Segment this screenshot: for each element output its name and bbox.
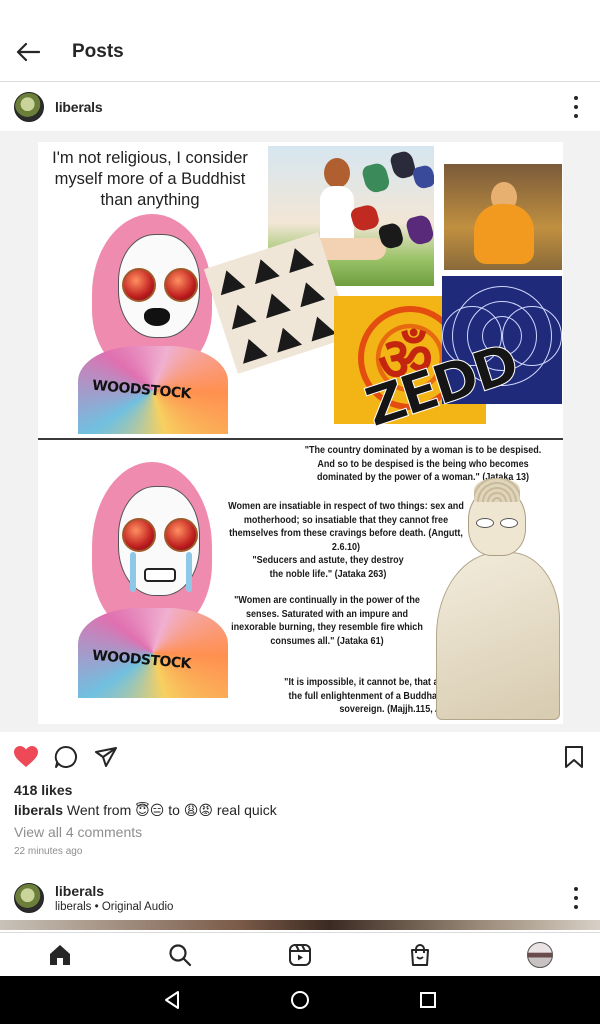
post-header: liberals <box>0 82 600 132</box>
heart-icon[interactable] <box>13 744 39 770</box>
system-back-icon[interactable] <box>160 988 184 1012</box>
likes-count[interactable]: 418 likes <box>14 782 72 798</box>
comment-icon[interactable] <box>53 744 79 770</box>
bottom-navigation <box>0 932 600 976</box>
caption-text: Went from 😇😑 to 😩😡 real quick <box>66 802 277 818</box>
meme-speech-text: I'm not religious, I consider myself mor… <box>52 149 248 209</box>
buddha-statue-image <box>426 478 560 720</box>
next-post-username[interactable]: liberals <box>55 883 173 899</box>
next-post-avatar[interactable] <box>14 883 44 913</box>
buddha-photo <box>444 164 562 270</box>
avatar[interactable] <box>14 91 44 122</box>
profile-avatar[interactable] <box>527 942 553 968</box>
search-icon[interactable] <box>167 942 193 968</box>
post-timestamp: 22 minutes ago <box>14 846 83 857</box>
post-username[interactable]: liberals <box>55 99 103 115</box>
more-vertical-icon[interactable] <box>566 96 586 118</box>
system-home-icon[interactable] <box>288 988 312 1012</box>
caption-username[interactable]: liberals <box>14 802 63 818</box>
instagram-posts-screen: Posts liberals I'm not religious, I cons… <box>0 0 600 1024</box>
view-comments-link[interactable]: View all 4 comments <box>14 824 142 840</box>
home-icon[interactable] <box>47 942 73 968</box>
reels-icon[interactable] <box>287 942 313 968</box>
meme-divider <box>38 438 563 440</box>
top-bar: Posts <box>0 22 600 82</box>
page-title: Posts <box>72 40 124 62</box>
original-audio-label[interactable]: liberals • Original Audio <box>55 901 173 913</box>
back-arrow-icon[interactable] <box>0 22 56 82</box>
system-recents-icon[interactable] <box>416 988 440 1012</box>
bookmark-icon[interactable] <box>561 744 587 770</box>
shop-icon[interactable] <box>407 942 433 968</box>
meme-image: I'm not religious, I consider myself mor… <box>38 142 563 724</box>
next-post-media-preview[interactable] <box>0 920 600 930</box>
post-actions <box>0 734 600 780</box>
post-caption: liberals Went from 😇😑 to 😩😡 real quick <box>14 802 277 819</box>
post-image[interactable]: I'm not religious, I consider myself mor… <box>0 132 600 732</box>
system-navigation-bar <box>0 976 600 1024</box>
more-vertical-icon[interactable] <box>566 887 586 909</box>
girl-illustration-bottom: WOODSTOCK <box>78 462 258 698</box>
quote-4: "Women are continually in the power of t… <box>231 594 423 647</box>
next-post-header: liberals liberals • Original Audio <box>0 876 600 920</box>
quote-3: "Seducers and astute, they destroy the n… <box>252 554 404 580</box>
share-icon[interactable] <box>93 744 119 770</box>
